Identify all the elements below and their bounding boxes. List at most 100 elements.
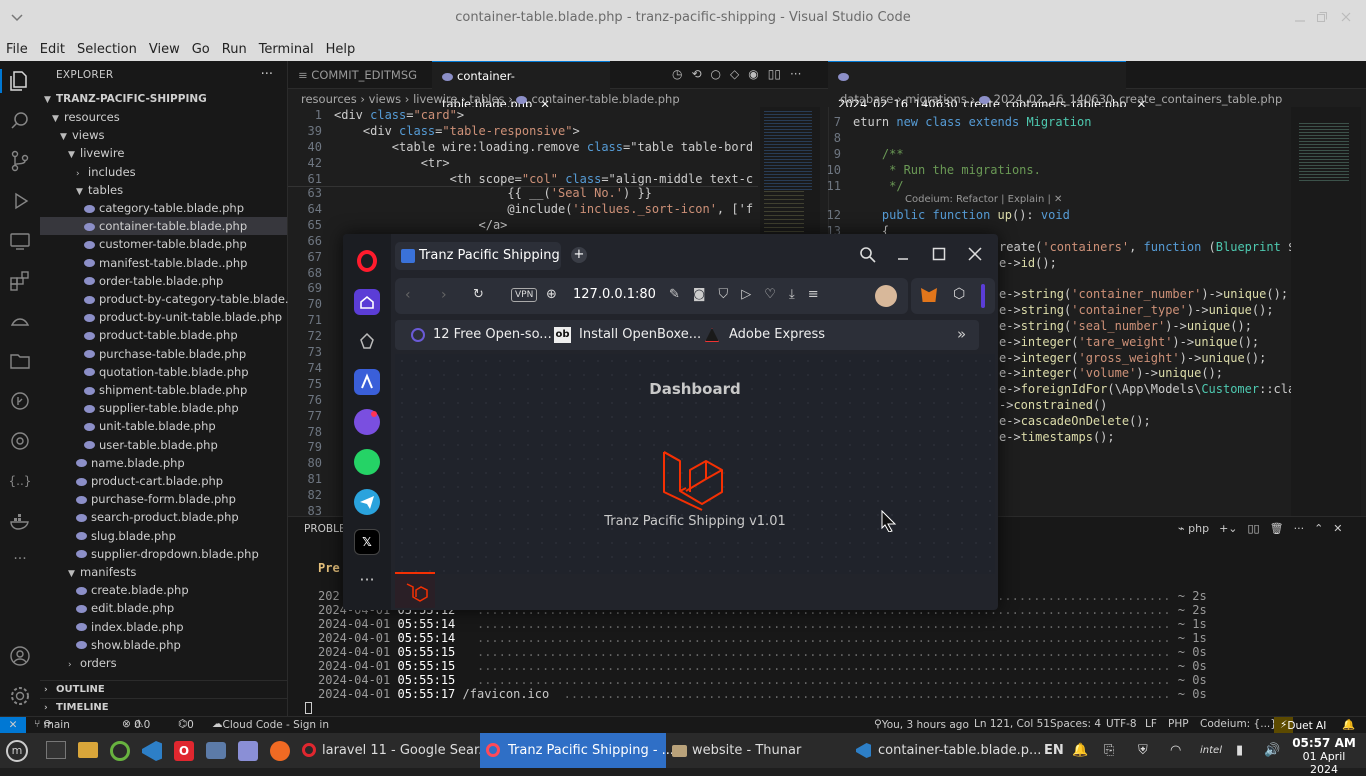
remote-explorer-icon[interactable] — [8, 229, 32, 253]
problems-indicator[interactable]: ⊗ 0 ⚠ 0 — [122, 718, 150, 731]
cursor-position[interactable]: Ln 121, Col 51 — [974, 718, 1050, 730]
volume-icon[interactable]: 🔊 — [1264, 733, 1280, 768]
editor-more-icon[interactable]: ··· — [790, 67, 801, 81]
minimize-icon[interactable] — [1294, 11, 1306, 23]
browser-tab[interactable]: Tranz Pacific Shipping — [395, 242, 561, 270]
opera-app-icon[interactable]: O — [174, 741, 194, 761]
branch-indicator[interactable]: ⑂ main ⟳ — [34, 718, 70, 731]
gcp-icon[interactable] — [8, 309, 32, 333]
laravel-debugbar-tab[interactable] — [395, 572, 435, 608]
outline-section[interactable]: › OUTLINE — [40, 680, 287, 698]
tab-commit-editmsg[interactable]: ≡ COMMIT_EDITMSG — [288, 61, 432, 89]
split-terminal-icon[interactable]: ▯▯ — [1248, 522, 1260, 535]
menu-help[interactable]: Help — [326, 42, 356, 57]
git-graph-icon[interactable] — [8, 389, 32, 413]
extensions-icon[interactable] — [8, 269, 32, 293]
more-actions-icon[interactable]: ··· — [261, 67, 273, 82]
maximize-icon[interactable] — [931, 246, 947, 262]
file-item[interactable]: show.blade.php — [40, 636, 287, 654]
file-item[interactable]: slug.blade.php — [40, 527, 287, 545]
pinboard-icon[interactable] — [354, 329, 380, 355]
indentation[interactable]: Spaces: 4 — [1050, 718, 1101, 730]
folder-item[interactable]: › includes — [40, 163, 287, 181]
x-twitter-icon[interactable]: 𝕏 — [354, 529, 380, 555]
taskbar-item-browser[interactable]: Tranz Pacific Shipping - ... — [480, 733, 674, 768]
new-tab-button[interactable]: + — [571, 247, 587, 263]
project-root[interactable]: ▼ TRANZ-PACIFIC-SHIPPING — [40, 90, 287, 108]
menu-selection[interactable]: Selection — [77, 42, 137, 57]
wifi-icon[interactable]: ◠ — [1170, 733, 1181, 768]
close-icon[interactable] — [1340, 11, 1352, 23]
remote-indicator[interactable]: ✕ — [0, 717, 26, 733]
folder-item[interactable]: ▼ resources — [40, 108, 287, 126]
restore-icon[interactable] — [1316, 11, 1328, 23]
split-editor-icon[interactable]: ▯▯ — [768, 67, 781, 81]
taskbar-item-thunar[interactable]: website - Thunar — [666, 733, 840, 768]
forward-icon[interactable]: › — [441, 287, 447, 303]
search-tabs-icon[interactable] — [859, 246, 877, 264]
file-item[interactable]: purchase-table.blade.php — [40, 345, 287, 363]
run-debug-icon[interactable] — [8, 189, 32, 213]
folder-item[interactable]: › orders — [40, 654, 287, 672]
close-icon[interactable] — [967, 246, 983, 262]
file-item[interactable]: order-table.blade.php — [40, 272, 287, 290]
json-icon[interactable]: {..} — [8, 469, 32, 493]
codeium-status[interactable]: Codeium: {...} — [1200, 718, 1277, 730]
tab-container-table[interactable]: container-table.blade.php ✕ — [432, 61, 610, 111]
close-panel-icon[interactable]: ✕ — [1333, 522, 1342, 535]
taskbar-item-google[interactable]: laravel 11 - Google Sear... — [296, 733, 491, 768]
telegram-icon[interactable] — [354, 489, 380, 515]
clock[interactable]: 05:57 AM 01 April 2024 — [1288, 736, 1360, 776]
bookmark-3[interactable]: Adobe Express — [729, 327, 825, 342]
notes-app-icon[interactable] — [238, 741, 258, 761]
account-icon[interactable] — [8, 644, 32, 668]
file-item[interactable]: quotation-table.blade.php — [40, 363, 287, 381]
shield-check-icon[interactable]: ⛉ — [719, 287, 729, 302]
codeium-codelens[interactable]: Codeium: Refactor | Explain | ✕ — [905, 192, 1062, 208]
files-app-icon[interactable] — [78, 742, 98, 758]
file-item[interactable]: create.blade.php — [40, 581, 287, 599]
folder-item[interactable]: ▼ tables — [40, 181, 287, 199]
settings-gear-icon[interactable] — [8, 684, 32, 708]
menu-view[interactable]: View — [149, 42, 180, 57]
site-info-icon[interactable]: ⊕ — [546, 287, 557, 302]
search-icon[interactable] — [8, 109, 32, 133]
file-item[interactable]: container-table.blade.php — [40, 217, 287, 236]
clipboard-icon[interactable]: ⎘ — [1104, 733, 1114, 768]
folder-icon[interactable] — [8, 349, 32, 373]
url-field[interactable]: 127.0.0.1:80 — [573, 287, 656, 302]
menu-run[interactable]: Run — [222, 42, 247, 57]
shield-icon[interactable]: ⛨ — [1138, 733, 1148, 768]
file-item[interactable]: product-table.blade.php — [40, 326, 287, 344]
file-item[interactable]: category-table.blade.php — [40, 199, 287, 217]
player-icon[interactable]: ▷ — [741, 287, 751, 302]
file-item[interactable]: manifest-table.blade..php — [40, 254, 287, 272]
whatsapp-icon[interactable] — [354, 449, 380, 475]
folder-item[interactable]: ▼ livewire — [40, 144, 287, 162]
next-change-icon[interactable]: ◇ — [730, 67, 739, 81]
docker-icon[interactable] — [8, 509, 32, 533]
encoding[interactable]: UTF-8 — [1106, 718, 1137, 730]
kubernetes-icon[interactable] — [8, 429, 32, 453]
opera-logo-icon[interactable] — [357, 250, 377, 272]
intel-icon[interactable]: intel — [1200, 733, 1222, 768]
back-icon[interactable]: ‹ — [405, 287, 411, 303]
file-item[interactable]: product-by-unit-table.blade.php — [40, 308, 287, 326]
notifications-bell-icon[interactable]: 🔔 — [1342, 718, 1355, 731]
timeline-section[interactable]: › TIMELINE — [40, 698, 287, 716]
file-item[interactable]: purchase-form.blade.php — [40, 490, 287, 508]
reload-icon[interactable]: ↻ — [473, 287, 484, 302]
panel-more-icon[interactable]: ··· — [1294, 522, 1305, 535]
notification-bell-icon[interactable]: 🔔 — [1072, 733, 1088, 768]
vpn-badge[interactable]: VPN — [511, 288, 538, 302]
heart-icon[interactable]: ♡ — [764, 287, 776, 302]
easy-setup-icon[interactable]: ≡ — [808, 287, 819, 302]
metamask-icon[interactable] — [921, 288, 937, 302]
minimize-icon[interactable] — [895, 246, 911, 262]
sidebar-more-icon[interactable]: ··· — [354, 569, 380, 595]
vscode-app-icon[interactable] — [142, 741, 162, 761]
git-blame[interactable]: ⚲ You, 3 hours ago — [874, 718, 969, 731]
cloud-code-status[interactable]: ☁ Cloud Code - Sign in — [212, 718, 329, 731]
new-terminal-icon[interactable]: +⌄ — [1219, 522, 1237, 535]
panel-tab-problems[interactable]: PROBLE — [304, 523, 346, 535]
